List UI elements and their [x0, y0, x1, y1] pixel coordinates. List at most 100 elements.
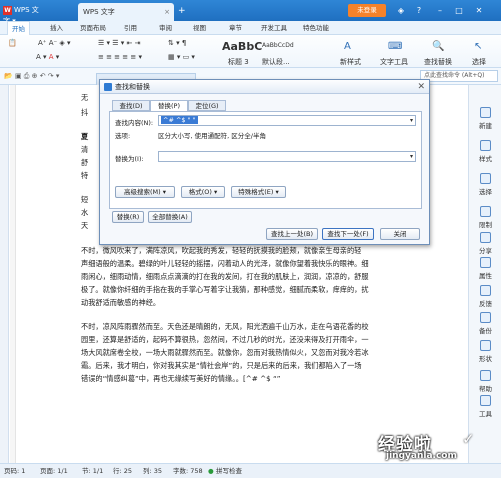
options-label: 选项:: [115, 132, 131, 140]
close-window-icon[interactable]: ✕: [472, 4, 486, 17]
menu-developer[interactable]: 开发工具: [261, 21, 287, 35]
shading-icon[interactable]: ▦ ▾ ▭ ▾: [168, 53, 195, 61]
skin-icon[interactable]: ◈: [394, 4, 408, 17]
select-icon[interactable]: ↖: [474, 41, 482, 52]
new-style-icon[interactable]: A: [344, 41, 351, 52]
status-page[interactable]: 页码: 1: [4, 464, 25, 478]
sidebar-item-select[interactable]: 选择: [469, 173, 501, 196]
paragraph-line: 雨闲心，细雨动情，细雨点点滴滴的打在我的发间，打在我的肌肤上，润润，凉凉的，舒服: [81, 272, 369, 281]
sidebar-item-restrict[interactable]: 限制: [469, 206, 501, 229]
sort-icon[interactable]: ⇅ ▾ ¶: [168, 39, 186, 47]
status-pages[interactable]: 页面: 1/1: [40, 464, 68, 478]
status-char-count[interactable]: 字数: 758: [173, 464, 203, 478]
replace-input[interactable]: ▾: [158, 151, 416, 162]
sidebar-item-share[interactable]: 分享: [469, 232, 501, 255]
new-style-button[interactable]: 新样式: [340, 57, 361, 67]
share-icon: [480, 232, 491, 243]
wps-writer-window: { "app": {"brand": "WPS 文字", "doc_tab": …: [0, 0, 501, 478]
paragraph-line: 不时，凉风阵雨骤然而至。天色还是晴朗的，无风，阳光洒遍千山万水，走在乌语花香的校: [81, 322, 369, 331]
status-bar: 页码: 1 页面: 1/1 节: 1/1 行: 25 列: 35 字数: 758…: [0, 463, 501, 478]
status-col: 列: 35: [143, 467, 163, 475]
dialog-title: 查找和替换: [115, 83, 150, 91]
sidebar-item-properties[interactable]: 属性: [469, 257, 501, 280]
find-replace-icon[interactable]: 🔍: [432, 41, 444, 52]
restrict-icon: [480, 206, 491, 217]
align-icon[interactable]: ≡ ≡ ≡ ≡ ≡ ▾: [98, 53, 142, 61]
sidebar-label: 样式: [479, 155, 492, 163]
sidebar-item-backup[interactable]: 备份: [469, 312, 501, 335]
text-fragment: 无: [81, 93, 89, 102]
dialog-title-bar[interactable]: 查找和替换 ✕: [100, 80, 429, 94]
replace-all-button[interactable]: 全部替换(A): [148, 211, 192, 223]
find-replace-button[interactable]: 查找替换: [424, 57, 452, 67]
minimize-icon[interactable]: –: [433, 4, 447, 17]
close-tab-icon[interactable]: ×: [164, 3, 170, 21]
advanced-search-button[interactable]: 高级搜索(M) ▾: [115, 186, 175, 198]
menu-chapter[interactable]: 章节: [229, 21, 242, 35]
login-button[interactable]: 未登录: [348, 4, 386, 17]
menu-bar: 开始 插入 页面布局 引用 审阅 视图 章节 开发工具 特色功能: [0, 21, 501, 35]
replace-button[interactable]: 替换(R): [112, 211, 144, 223]
sidebar-item-new[interactable]: 新建: [469, 107, 501, 130]
dialog-close-icon[interactable]: ✕: [417, 80, 425, 94]
tab-find[interactable]: 查找(D): [112, 100, 150, 111]
document-tab[interactable]: WPS 文字 ×: [78, 3, 174, 21]
right-task-pane: 新建 样式 选择 限制 分享 属性 反馈 备份 形状 帮助 工具: [468, 85, 501, 463]
menu-references[interactable]: 引用: [124, 21, 137, 35]
document-tab-label: WPS 文字: [83, 8, 115, 16]
style-preview-heading[interactable]: AaBbC: [222, 40, 262, 53]
find-next-button[interactable]: 查找下一处(F): [322, 228, 374, 240]
select-icon: [480, 173, 491, 184]
text-fragment: 短: [81, 195, 89, 204]
chevron-down-icon[interactable]: ▾: [410, 116, 413, 125]
sidebar-label: 属性: [479, 272, 492, 280]
format-button[interactable]: 格式(O) ▾: [181, 186, 225, 198]
menu-insert[interactable]: 插入: [50, 21, 63, 35]
find-input[interactable]: ^# ^$ " " ▾: [158, 115, 416, 126]
menu-page-layout[interactable]: 页面布局: [80, 21, 106, 35]
command-search-input[interactable]: 点此查找命令 (Alt+Q): [420, 70, 498, 82]
sidebar-item-shape[interactable]: 形状: [469, 340, 501, 363]
menu-view[interactable]: 视图: [193, 21, 206, 35]
menu-review[interactable]: 审阅: [159, 21, 172, 35]
sidebar-item-style[interactable]: 样式: [469, 140, 501, 163]
chevron-down-icon[interactable]: ▾: [410, 152, 413, 161]
help-icon[interactable]: ?: [412, 4, 426, 17]
paragraph-line: 声细语般的温柔。碧绿的叶儿轻轻的摇摆，闪着动人的光泽，就像你望着我快乐的眼神。细: [81, 259, 369, 268]
quick-access-icons[interactable]: 📂 ▣ ⎙ ⊕ ↶ ↷ ▾: [4, 72, 59, 81]
text-fragment: 水: [81, 208, 89, 217]
special-format-button[interactable]: 特殊格式(E) ▾: [231, 186, 286, 198]
sidebar-item-help[interactable]: 帮助: [469, 370, 501, 393]
sidebar-label: 分享: [479, 247, 492, 255]
maximize-icon[interactable]: □: [452, 4, 466, 17]
style-icon: [480, 140, 491, 151]
menu-features[interactable]: 特色功能: [303, 21, 329, 35]
select-button[interactable]: 选择: [472, 57, 486, 67]
tab-goto[interactable]: 定位(G): [188, 100, 226, 111]
properties-icon: [480, 257, 491, 268]
sidebar-label: 形状: [479, 355, 492, 363]
text-tools-button[interactable]: 文字工具: [380, 57, 408, 67]
font-color-icon[interactable]: A ▾ A ▾: [36, 53, 59, 61]
status-spell-check[interactable]: 拼写检查: [216, 464, 242, 478]
wps-logo-icon: W: [3, 5, 12, 15]
text-tools-icon[interactable]: ⌨: [388, 41, 402, 52]
new-tab-icon[interactable]: +: [178, 6, 186, 16]
list-icon[interactable]: ☰ ▾ ☰ ▾ ⇤ ⇥: [98, 39, 140, 47]
left-pane: [0, 85, 9, 463]
paragraph-line: 动我舒适而敏感的神经。: [81, 298, 161, 307]
sidebar-label: 反馈: [479, 300, 492, 308]
close-button[interactable]: 关闭: [380, 228, 420, 240]
new-icon: [480, 107, 491, 118]
menu-home[interactable]: 开始: [7, 21, 30, 35]
style-preview-normal[interactable]: AaBbCcDd: [262, 42, 294, 49]
paste-icon[interactable]: 📋: [8, 39, 17, 47]
shape-icon: [480, 340, 491, 351]
wps-logo[interactable]: WWPS 文字 ▾: [3, 5, 43, 25]
find-previous-button[interactable]: 查找上一处(B): [266, 228, 318, 240]
sidebar-item-feedback[interactable]: 反馈: [469, 285, 501, 308]
font-size-increase-icon[interactable]: A⁺ A⁻ ◈ ▾: [38, 39, 71, 47]
find-input-value: ^# ^$ " ": [161, 116, 198, 124]
sidebar-label: 新建: [479, 122, 492, 130]
sidebar-item-tools[interactable]: 工具: [469, 395, 501, 418]
